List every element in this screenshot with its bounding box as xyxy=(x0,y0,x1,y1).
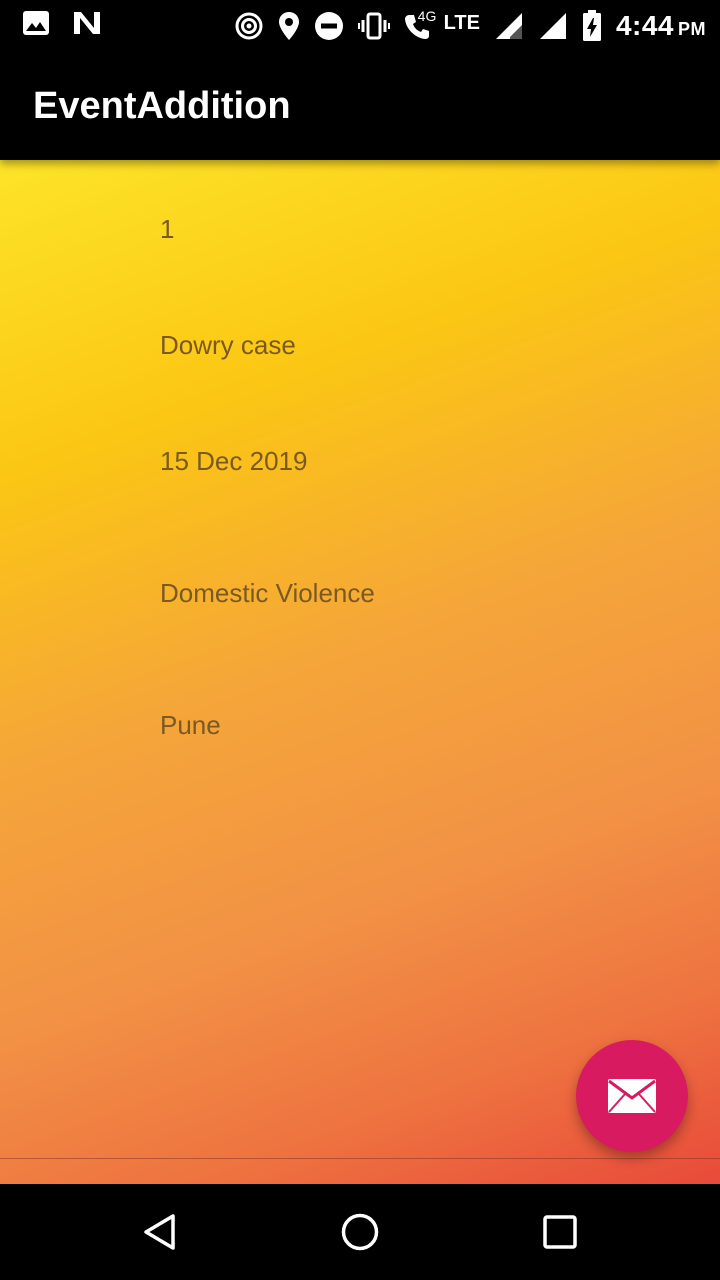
event-date: 15 Dec 2019 xyxy=(160,446,308,476)
signal-icon-2 xyxy=(538,11,568,41)
recents-button[interactable] xyxy=(538,1210,582,1254)
page-title: EventAddition xyxy=(33,85,291,127)
app-bar: EventAddition xyxy=(0,52,720,160)
screen: 4G LTE 4:44 PM EventAddition 1 Dowry cas… xyxy=(0,0,720,1280)
network-lte-label: LTE xyxy=(443,11,480,34)
send-mail-button[interactable] xyxy=(576,1040,688,1152)
home-icon xyxy=(340,1212,380,1252)
event-details: 1 Dowry case 15 Dec 2019 Domestic Violen… xyxy=(0,160,720,1184)
n-app-icon xyxy=(72,10,102,36)
status-bar: 4G LTE 4:44 PM xyxy=(0,0,720,52)
recents-icon xyxy=(540,1212,580,1252)
vibrate-icon xyxy=(357,12,390,40)
hotspot-icon xyxy=(234,11,264,41)
dnd-icon xyxy=(314,11,344,41)
clock: 4:44 PM xyxy=(616,10,706,42)
home-button[interactable] xyxy=(338,1210,382,1254)
back-button[interactable] xyxy=(138,1210,182,1254)
clock-time: 4:44 xyxy=(615,10,674,41)
signal-icon xyxy=(494,11,524,41)
image-icon xyxy=(22,10,50,36)
clock-ampm: PM xyxy=(678,19,706,39)
status-bar-left xyxy=(22,10,102,36)
location-icon xyxy=(278,11,300,41)
mail-icon xyxy=(607,1078,657,1114)
network-4g-label: 4G xyxy=(417,8,437,24)
divider xyxy=(0,1158,720,1159)
event-category: Domestic Violence xyxy=(160,578,375,608)
wifi-call-icon: 4G xyxy=(404,8,436,40)
event-location: Pune xyxy=(160,710,221,740)
event-title: Dowry case xyxy=(160,330,296,360)
battery-charging-icon xyxy=(582,10,602,42)
navigation-bar xyxy=(0,1184,720,1280)
back-icon xyxy=(140,1212,180,1252)
event-id: 1 xyxy=(160,214,175,244)
status-bar-right: 4G LTE 4:44 PM xyxy=(234,6,706,46)
